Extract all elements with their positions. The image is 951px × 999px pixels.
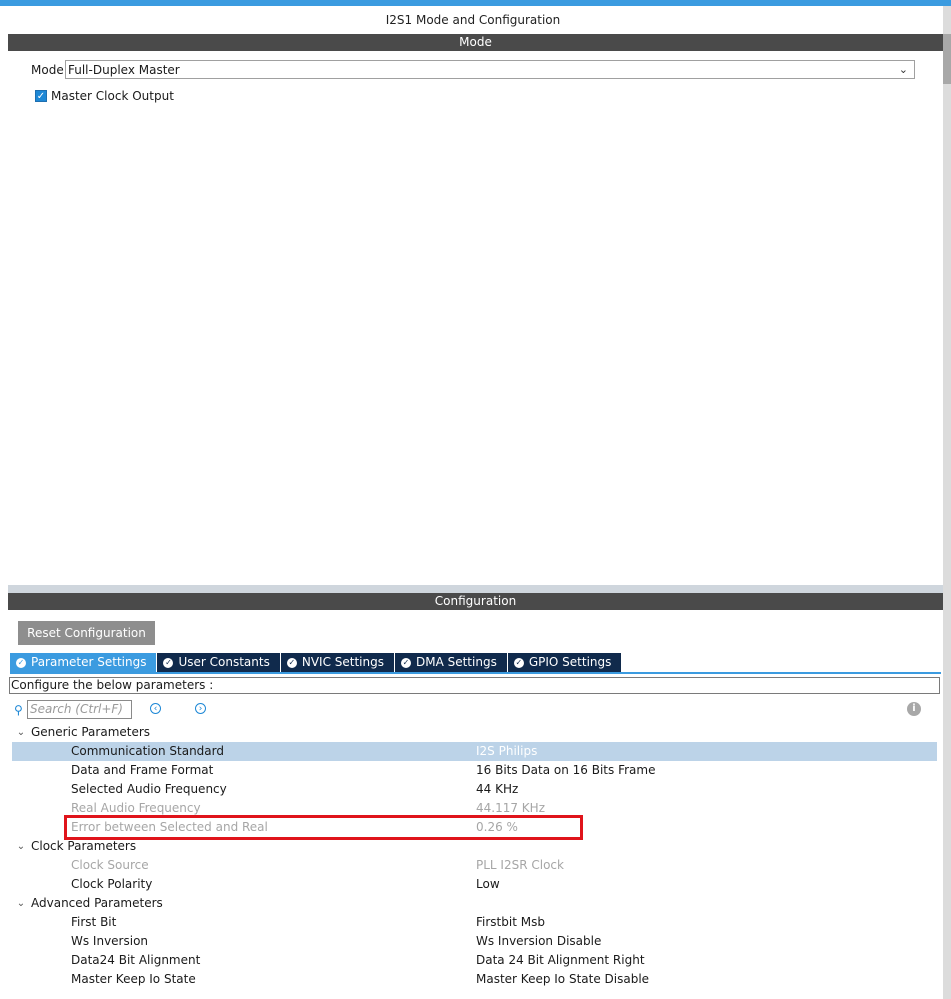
search-input[interactable]: Search (Ctrl+F) <box>27 700 132 719</box>
param-row[interactable]: Data24 Bit Alignment Data 24 Bit Alignmen… <box>12 951 937 970</box>
previous-match-button[interactable]: ‹ <box>150 703 161 714</box>
param-name: First Bit <box>71 915 117 929</box>
master-clock-output-option[interactable]: ✓ Master Clock Output <box>35 89 174 103</box>
mode-label: Mode <box>31 63 64 77</box>
param-value: Firstbit Msb <box>476 915 545 929</box>
tab-user-constants[interactable]: ✓ User Constants <box>157 653 280 672</box>
tab-label: NVIC Settings <box>301 655 384 669</box>
tab-label: User Constants <box>178 655 270 669</box>
param-value: 16 Bits Data on 16 Bits Frame <box>476 763 656 777</box>
chevron-down-icon[interactable]: ⌄ <box>13 894 29 913</box>
mode-select[interactable]: Full-Duplex Master ⌄ <box>65 60 915 79</box>
param-row[interactable]: Communication Standard I2S Philips <box>12 742 937 761</box>
mode-section-header: Mode <box>8 34 943 51</box>
param-value: Low <box>476 877 500 891</box>
param-name: Data and Frame Format <box>71 763 214 777</box>
info-icon[interactable]: i <box>907 702 921 716</box>
param-row[interactable]: Clock Source PLL I2SR Clock <box>12 856 937 875</box>
configure-hint: Configure the below parameters : <box>9 677 940 694</box>
param-name: Selected Audio Frequency <box>71 782 227 796</box>
param-name: Communication Standard <box>71 744 224 758</box>
master-clock-label: Master Clock Output <box>51 89 174 103</box>
check-circle-icon: ✓ <box>163 657 174 668</box>
tab-parameter-settings[interactable]: ✓ Parameter Settings <box>10 653 157 672</box>
param-name: Clock Polarity <box>71 877 153 891</box>
highlight-annotation-box <box>64 815 583 840</box>
config-section-header: Configuration <box>8 593 943 610</box>
check-circle-icon: ✓ <box>286 657 297 668</box>
param-row[interactable]: Master Keep Io State Master Keep Io State… <box>12 970 937 989</box>
check-circle-icon: ✓ <box>513 657 524 668</box>
param-name: Clock Source <box>71 858 149 872</box>
param-value: Data 24 Bit Alignment Right <box>476 953 645 967</box>
chevron-down-icon: ⌄ <box>898 63 908 76</box>
mode-panel <box>8 51 943 585</box>
check-circle-icon: ✓ <box>16 657 26 668</box>
param-value: I2S Philips <box>476 744 538 758</box>
search-icon: ⚲ <box>14 703 23 717</box>
param-name: Ws Inversion <box>71 934 149 948</box>
config-tabs: ✓ Parameter Settings ✓ User Constants ✓ NVI… <box>10 653 622 672</box>
tab-label: Parameter Settings <box>31 655 147 669</box>
param-value: 44 KHz <box>476 782 519 796</box>
param-row[interactable]: Data and Frame Format 16 Bits Data on 16 … <box>12 761 937 780</box>
param-row[interactable]: First Bit Firstbit Msb <box>12 913 937 932</box>
param-name: Master Keep Io State <box>71 972 196 986</box>
tab-nvic-settings[interactable]: ✓ NVIC Settings <box>280 653 394 672</box>
next-match-button[interactable]: › <box>195 703 206 714</box>
mode-select-value: Full-Duplex Master <box>68 63 180 77</box>
master-clock-checkbox[interactable]: ✓ <box>35 90 47 102</box>
parameter-tree: ⌄ Generic Parameters Communication Standa… <box>12 723 937 989</box>
param-name: Data24 Bit Alignment <box>71 953 201 967</box>
tab-underline <box>10 672 941 674</box>
param-value: Master Keep Io State Disable <box>476 972 650 986</box>
reset-configuration-button[interactable]: Reset Configuration <box>18 621 155 645</box>
group-generic-parameters[interactable]: ⌄ Generic Parameters <box>12 723 937 742</box>
param-value: Ws Inversion Disable <box>476 934 602 948</box>
param-value: PLL I2SR Clock <box>476 858 564 872</box>
param-row[interactable]: Ws Inversion Ws Inversion Disable <box>12 932 937 951</box>
tab-gpio-settings[interactable]: ✓ GPIO Settings <box>507 653 622 672</box>
group-advanced-parameters[interactable]: ⌄ Advanced Parameters <box>12 894 937 913</box>
param-row[interactable]: Selected Audio Frequency 44 KHz <box>12 780 937 799</box>
scrollbar-thumb[interactable] <box>943 34 951 84</box>
tab-label: GPIO Settings <box>528 655 612 669</box>
check-circle-icon: ✓ <box>400 657 411 668</box>
chevron-down-icon[interactable]: ⌄ <box>13 837 29 856</box>
right-scrollbar[interactable] <box>943 6 951 999</box>
group-label: Generic Parameters <box>31 725 151 739</box>
param-row[interactable]: Clock Polarity Low <box>12 875 937 894</box>
tab-dma-settings[interactable]: ✓ DMA Settings <box>394 653 507 672</box>
tab-label: DMA Settings <box>415 655 497 669</box>
group-label: Advanced Parameters <box>31 896 163 910</box>
window-title: I2S1 Mode and Configuration <box>385 13 561 27</box>
chevron-down-icon[interactable]: ⌄ <box>13 723 29 742</box>
splitter[interactable] <box>8 585 943 593</box>
